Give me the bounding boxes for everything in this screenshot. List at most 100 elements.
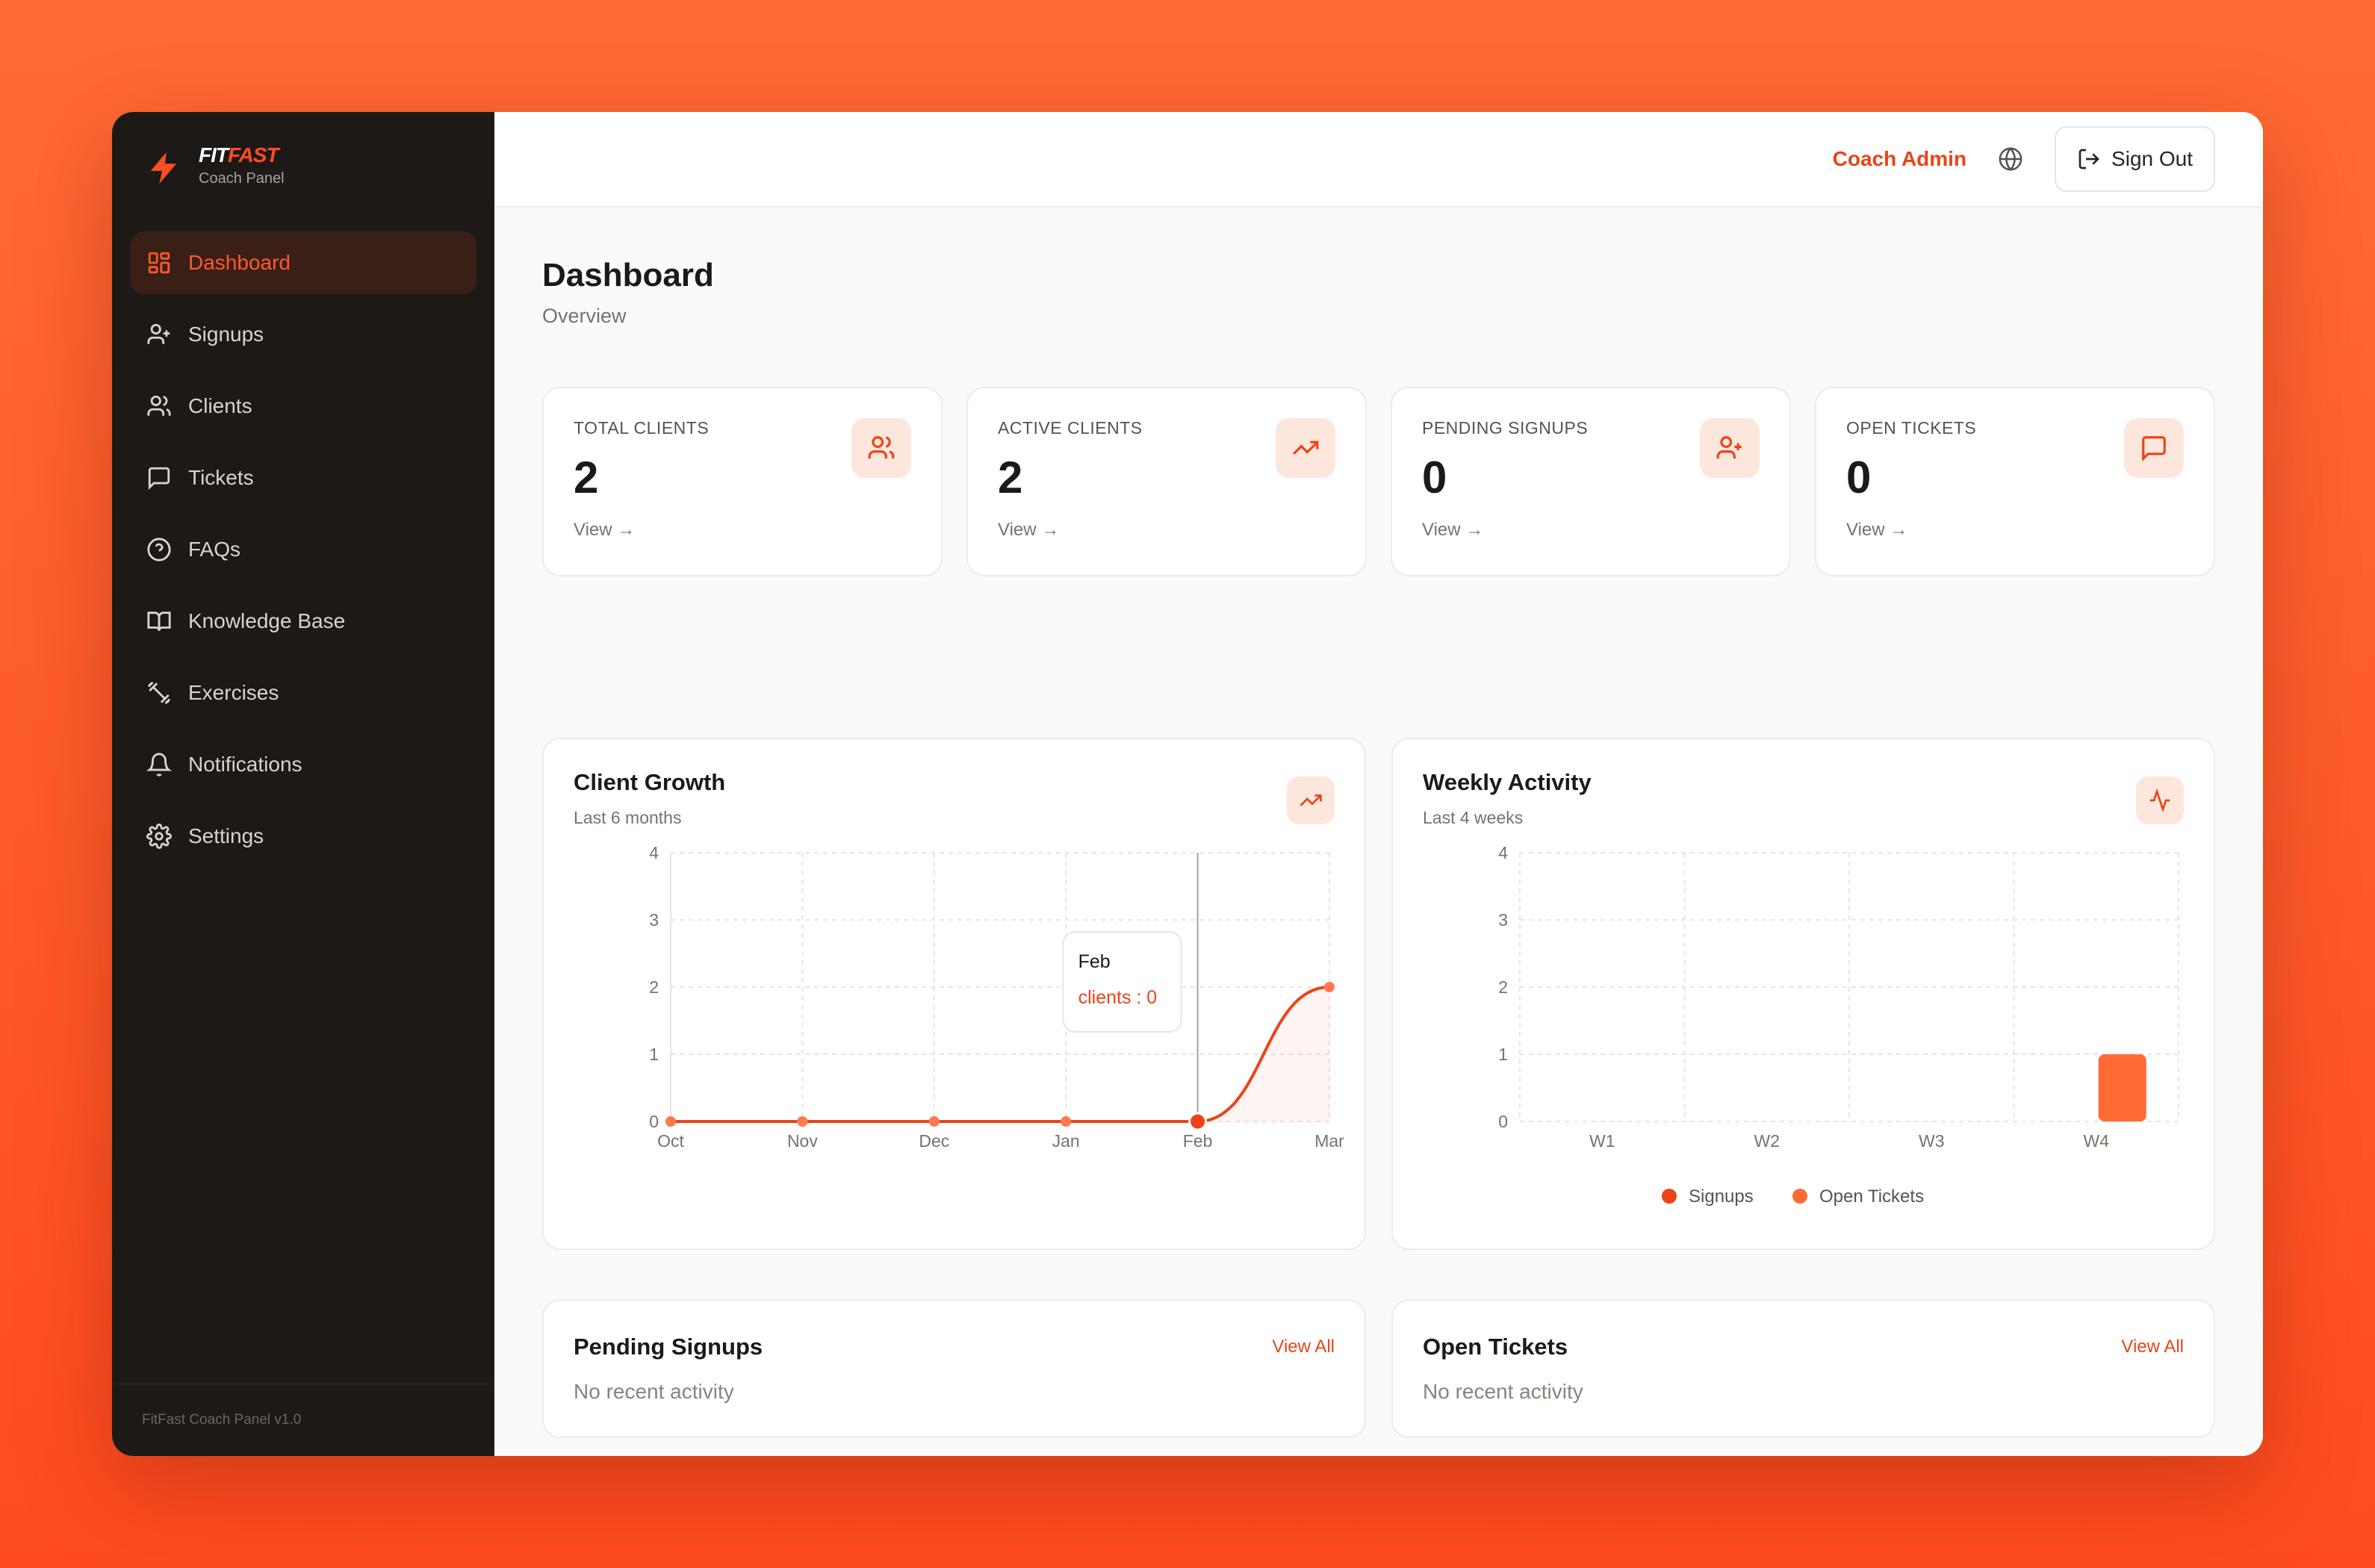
topbar: Coach Admin Sign Out (494, 112, 2263, 208)
sidebar-item-knowledge-base[interactable]: Knowledge Base (130, 590, 476, 653)
sidebar-nav: Dashboard Signups Clients Tickets FAQs K… (130, 231, 476, 877)
y-tick-label: 3 (1498, 910, 1508, 930)
log-out-icon (2078, 149, 2099, 169)
stat-cards: TOTAL CLIENTS 2 View → ACTIVE CLIENTS 2 … (542, 387, 2215, 576)
empty-state: No recent activity (574, 1380, 734, 1403)
data-point (1061, 1116, 1072, 1127)
user-plus-icon (1700, 418, 1760, 478)
sidebar-item-notifications[interactable]: Notifications (130, 733, 476, 796)
lightning-logo-icon (146, 139, 181, 185)
dumbbell-icon (147, 681, 171, 705)
legend-swatch (1662, 1189, 1677, 1204)
content: Dashboard Overview TOTAL CLIENTS 2 View … (542, 206, 2215, 1438)
sidebar-item-settings[interactable]: Settings (130, 805, 476, 868)
sidebar-item-label: Tickets (188, 466, 254, 489)
empty-state: No recent activity (1423, 1380, 1583, 1403)
stat-view-link[interactable]: View → (998, 520, 1335, 541)
trending-up-icon (1276, 418, 1335, 478)
user-plus-icon (147, 323, 170, 344)
tooltip-box (1062, 931, 1182, 1033)
sidebar-item-label: Clients (188, 394, 252, 417)
sidebar-item-clients[interactable]: Clients (130, 375, 476, 438)
x-tick-label: Nov (787, 1131, 818, 1151)
stat-card-pending-signups: PENDING SIGNUPS 0 View → (1391, 387, 1791, 576)
x-tick-label: Feb (1183, 1131, 1213, 1151)
brand[interactable]: FITFAST Coach Panel (146, 139, 285, 187)
globe-icon[interactable] (1998, 146, 2023, 172)
sidebar-item-label: Notifications (188, 753, 302, 776)
x-tick-label: Dec (919, 1131, 949, 1151)
y-tick-label: 3 (649, 910, 659, 930)
message-square-icon (148, 467, 170, 491)
sidebar-item-signups[interactable]: Signups (130, 303, 476, 366)
client-growth-chart[interactable]: 0 1 2 3 4 Oct Nov Dec Jan Feb Mar Feb clients : 0 (544, 739, 1365, 1251)
y-tick-label: 1 (1498, 1045, 1508, 1064)
sidebar-item-dashboard[interactable]: Dashboard (130, 231, 476, 294)
data-point (665, 1116, 676, 1127)
stat-view-link[interactable]: View → (574, 520, 911, 541)
stat-card-open-tickets: OPEN TICKETS 0 View → (1815, 387, 2215, 576)
x-tick-label: W1 (1589, 1131, 1615, 1151)
brand-name: FITFAST (199, 143, 279, 167)
sidebar: FITFAST Coach Panel Dashboard Signups Cl… (112, 112, 494, 1456)
x-tick-label: Jan (1052, 1131, 1080, 1151)
sidebar-item-faqs[interactable]: FAQs (130, 518, 476, 581)
user-name[interactable]: Coach Admin (1833, 147, 1966, 171)
y-tick-label: 1 (649, 1045, 659, 1064)
chart-panels: Client Growth Last 6 months 0 1 2 3 4 Oct Nov D… (542, 738, 2215, 1250)
legend-label: Open Tickets (1819, 1186, 1924, 1207)
sidebar-item-label: Knowledge Base (188, 609, 346, 632)
x-tick-label: W2 (1754, 1131, 1781, 1151)
y-tick-label: 2 (1498, 977, 1508, 997)
brand-subtitle: Coach Panel (199, 170, 285, 187)
y-tick-label: 0 (649, 1112, 659, 1131)
weekly-activity-chart[interactable]: 0 1 2 3 4 W1 W2 W3 W4 Signups Open Tickets (1393, 739, 2214, 1251)
weekly-activity-panel: Weekly Activity Last 4 weeks 0 1 2 3 4 W1 W2 W3… (1391, 738, 2215, 1250)
sidebar-item-label: Dashboard (188, 251, 291, 274)
sign-out-button[interactable]: Sign Out (2055, 126, 2215, 192)
bar (2098, 1054, 2146, 1121)
pending-signups-panel: Pending Signups View All No recent activ… (542, 1299, 1366, 1438)
y-tick-label: 0 (1498, 1112, 1508, 1131)
legend-swatch (1792, 1189, 1807, 1204)
sidebar-item-label: FAQs (188, 538, 241, 561)
stat-card-active-clients: ACTIVE CLIENTS 2 View → (966, 387, 1367, 576)
data-point (797, 1116, 808, 1127)
activity-panels: Pending Signups View All No recent activ… (542, 1299, 2215, 1438)
sidebar-item-exercises[interactable]: Exercises (130, 662, 476, 724)
data-point (928, 1116, 940, 1127)
bell-icon (146, 753, 172, 777)
sidebar-item-tickets[interactable]: Tickets (130, 447, 476, 509)
view-all-link[interactable]: View All (2121, 1337, 2184, 1357)
panel-title: Pending Signups (574, 1334, 763, 1360)
message-square-icon (2124, 418, 2184, 478)
tooltip-value: clients : 0 (1078, 987, 1158, 1008)
book-open-icon (147, 612, 171, 632)
open-tickets-panel: Open Tickets View All No recent activity (1391, 1299, 2215, 1438)
sidebar-item-label: Signups (188, 323, 264, 346)
users-icon (147, 395, 171, 416)
main-area: Coach Admin Sign Out Dashboard Overview … (494, 112, 2263, 1456)
gear-icon (146, 824, 172, 849)
stat-view-link[interactable]: View → (1846, 520, 2184, 541)
sidebar-footer: FitFast Coach Panel v1.0 (112, 1384, 494, 1456)
tooltip-title: Feb (1078, 951, 1111, 972)
x-tick-label: Mar (1314, 1131, 1344, 1151)
stat-view-link[interactable]: View → (1422, 520, 1760, 541)
y-tick-label: 4 (1498, 843, 1508, 862)
app-window: FITFAST Coach Panel Dashboard Signups Cl… (112, 112, 2263, 1456)
data-point (1188, 1112, 1208, 1131)
stat-card-total-clients: TOTAL CLIENTS 2 View → (542, 387, 943, 576)
page-subtitle: Overview (542, 305, 627, 327)
data-point (1324, 982, 1335, 992)
client-growth-panel: Client Growth Last 6 months 0 1 2 3 4 Oct Nov D… (542, 738, 1366, 1250)
x-tick-label: Oct (657, 1131, 684, 1151)
help-circle-icon (147, 538, 171, 561)
sign-out-label: Sign Out (2111, 147, 2193, 170)
x-tick-label: W3 (1919, 1131, 1945, 1151)
y-tick-label: 4 (649, 843, 659, 862)
grid-icon (148, 252, 170, 274)
sidebar-item-label: Settings (188, 824, 264, 847)
legend-label: Signups (1689, 1186, 1754, 1207)
view-all-link[interactable]: View All (1272, 1337, 1335, 1357)
